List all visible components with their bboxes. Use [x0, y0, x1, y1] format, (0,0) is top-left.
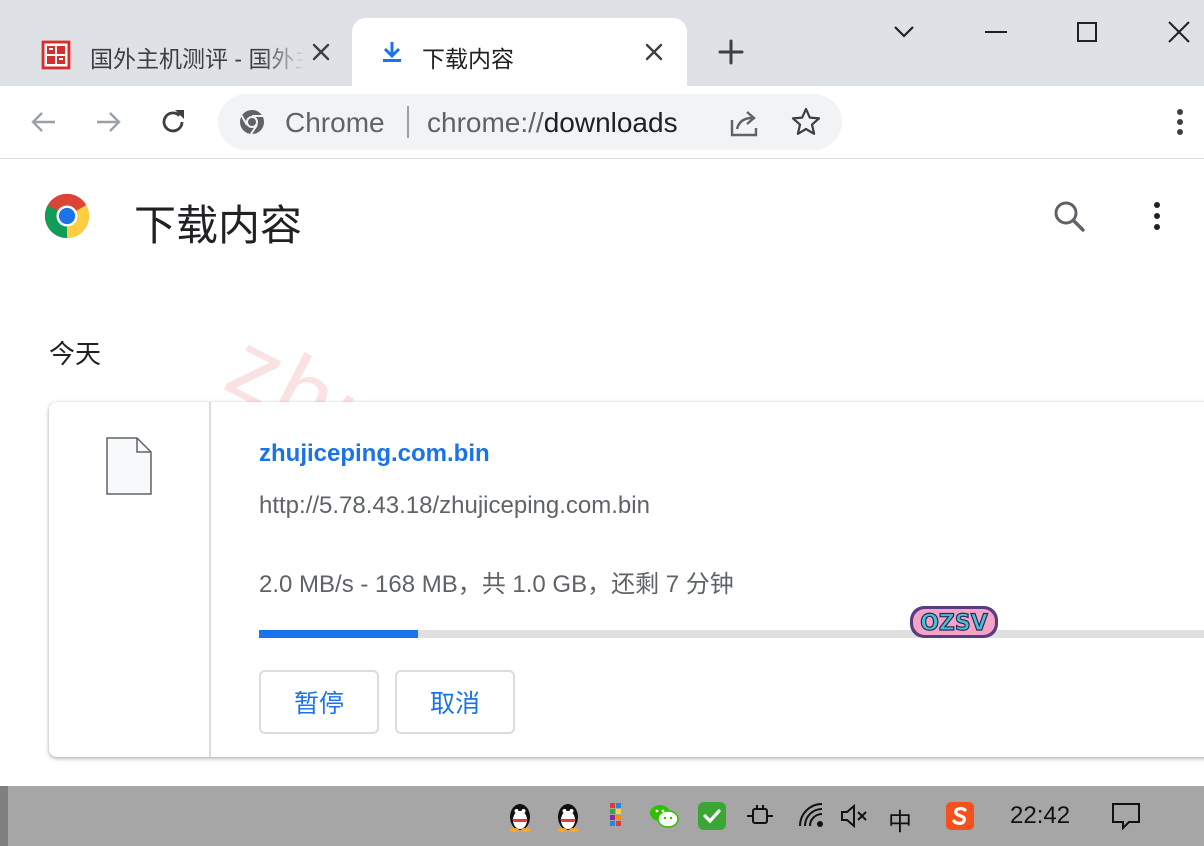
ozsv-sticker-icon: OZSV: [910, 606, 998, 638]
qq-penguin-icon[interactable]: [552, 800, 584, 832]
pause-button[interactable]: 暂停: [259, 670, 379, 734]
close-icon[interactable]: [309, 40, 333, 64]
more-options-icon[interactable]: [1144, 198, 1170, 234]
back-arrow-icon[interactable]: [28, 106, 60, 138]
cancel-button[interactable]: 取消: [395, 670, 515, 734]
file-name-link[interactable]: zhujiceping.com.bin: [259, 440, 490, 468]
tab-zhujiceping[interactable]: 国外主机测评 - 国外主机测评: [20, 18, 350, 86]
search-icon[interactable]: [1051, 198, 1087, 234]
site-label: Chrome: [285, 107, 385, 138]
download-status: 2.0 MB/s - 168 MB，共 1.0 GB，还剩 7 分钟: [259, 571, 734, 598]
omnibox-divider: [407, 106, 409, 138]
minimize-icon[interactable]: [980, 16, 1012, 48]
page-title: 下载内容: [134, 202, 303, 249]
tab-search-chevron-icon[interactable]: [888, 16, 920, 48]
progress-bar: [259, 630, 1204, 638]
new-tab-plus-icon[interactable]: [717, 38, 745, 66]
toolbar: Chrome chrome://downloads: [0, 86, 1204, 159]
taskbar-edge: [0, 786, 8, 846]
bookmark-star-icon[interactable]: [790, 106, 822, 138]
download-item-card: zhujiceping.com.bin http://5.78.43.18/zh…: [49, 402, 1204, 757]
progress-fill: [259, 630, 418, 638]
tab-title: 下载内容: [422, 46, 514, 72]
notification-center-icon[interactable]: [1110, 800, 1142, 832]
chrome-site-icon: [240, 110, 264, 135]
url-text[interactable]: chrome://downloads: [427, 107, 678, 139]
qq-penguin-icon[interactable]: [504, 800, 536, 832]
ime-indicator[interactable]: 中: [888, 802, 912, 837]
file-source-url: http://5.78.43.18/zhujiceping.com.bin: [259, 492, 650, 519]
tab-downloads[interactable]: 下载内容: [352, 18, 687, 86]
browser-window: 国外主机测评 - 国外主机测评 下载内容: [0, 0, 1204, 786]
wechat-icon[interactable]: [648, 800, 680, 832]
close-icon[interactable]: [642, 40, 666, 64]
url-scheme: chrome://: [427, 107, 544, 138]
reload-icon[interactable]: [157, 106, 189, 138]
taskbar: 中 22:42: [0, 786, 1204, 846]
chrome-logo-icon: [44, 193, 90, 239]
download-icon: [383, 42, 401, 62]
browser-menu-icon[interactable]: [1166, 106, 1194, 138]
card-divider: [209, 402, 211, 757]
tab-title: 国外主机测评 - 国外主机测评: [90, 46, 305, 72]
wifi-icon[interactable]: [796, 800, 828, 832]
power-plug-icon[interactable]: [744, 800, 776, 832]
forward-arrow-icon[interactable]: [92, 106, 124, 138]
red-seal-icon: [41, 40, 71, 70]
security-shield-icon[interactable]: [696, 800, 728, 832]
speaker-muted-icon[interactable]: [838, 800, 870, 832]
sogou-ime-icon[interactable]: [944, 800, 976, 832]
sticker-text: OZSV: [920, 611, 988, 636]
tab-strip: 国外主机测评 - 国外主机测评 下载内容: [0, 0, 1204, 86]
window-close-icon[interactable]: [1163, 16, 1195, 48]
file-icon: [106, 437, 152, 495]
omnibox[interactable]: Chrome chrome://downloads: [218, 94, 842, 150]
date-header: 今天: [49, 339, 102, 369]
maximize-icon[interactable]: [1071, 16, 1103, 48]
clock[interactable]: 22:42: [1010, 802, 1070, 830]
colorful-grid-icon[interactable]: [600, 800, 632, 832]
share-icon[interactable]: [728, 108, 760, 138]
url-path: downloads: [543, 107, 678, 138]
